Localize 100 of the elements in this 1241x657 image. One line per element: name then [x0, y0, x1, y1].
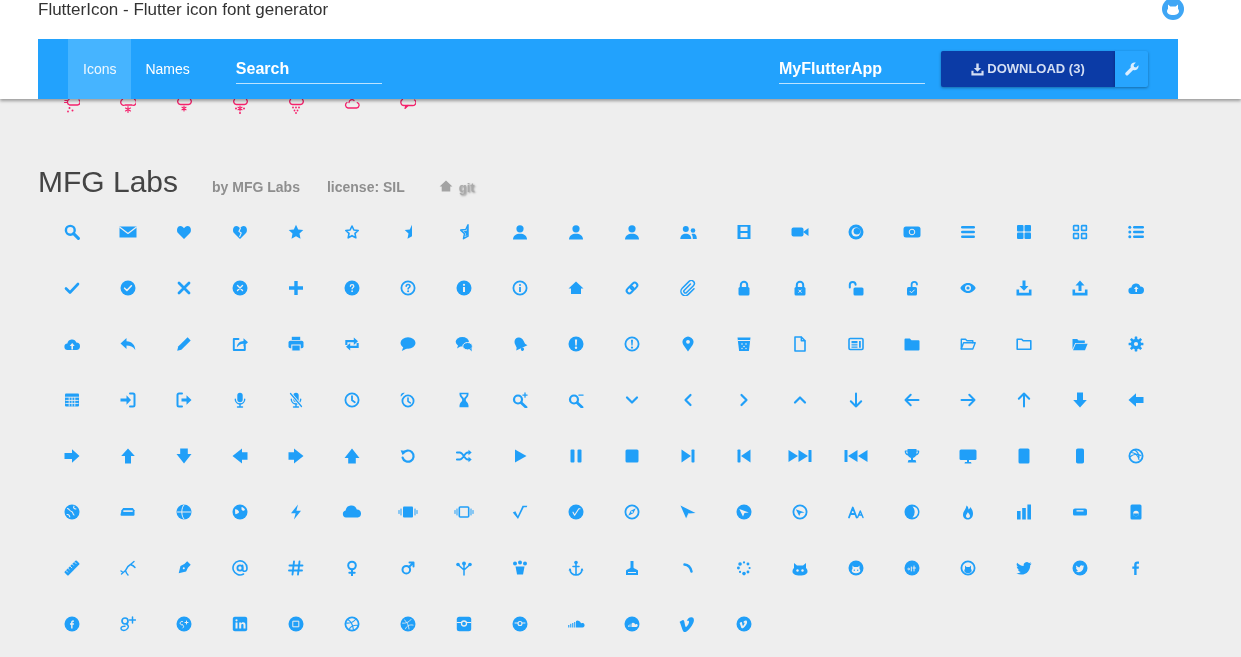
cat-face-icon[interactable] [792, 560, 808, 576]
grid-outline-icon[interactable] [1072, 224, 1088, 240]
unlocked-padlock-icon[interactable] [904, 280, 920, 296]
in-square-icon[interactable] [232, 616, 248, 632]
arrow-up-icon[interactable] [1016, 392, 1032, 408]
spinner-icon[interactable] [736, 560, 752, 576]
padlock-icon[interactable] [736, 280, 752, 296]
search-field[interactable]: Search [235, 54, 382, 84]
thick-arrow-down-icon[interactable] [1072, 392, 1088, 408]
block-arrow-right-icon[interactable] [288, 448, 304, 464]
open-folder-outline-icon[interactable] [960, 336, 976, 352]
git-circle-icon[interactable] [904, 560, 920, 576]
globe-icon[interactable] [232, 504, 248, 520]
plus-icon[interactable] [288, 280, 304, 296]
x-mark-icon[interactable] [176, 280, 192, 296]
v-mark-circle-icon[interactable] [736, 616, 752, 632]
muted-microphone-icon[interactable] [288, 392, 304, 408]
question-circle-outline-icon[interactable] [400, 280, 416, 296]
fast-forward-icon[interactable] [788, 448, 812, 464]
stop-icon[interactable] [624, 448, 640, 464]
star-outline-icon[interactable] [344, 224, 360, 240]
g-plus-icon[interactable] [120, 616, 136, 632]
bell-icon[interactable] [512, 336, 528, 352]
skip-forward-icon[interactable] [680, 448, 696, 464]
hash-icon[interactable] [288, 560, 304, 576]
download-button[interactable]: DOWNLOAD (3) [941, 51, 1115, 87]
grid-icon[interactable] [1016, 224, 1032, 240]
play-icon[interactable] [512, 448, 528, 464]
flame-icon[interactable] [960, 504, 976, 520]
folder-icon[interactable] [904, 336, 920, 352]
newspaper-icon[interactable] [848, 336, 864, 352]
check-icon[interactable] [64, 280, 80, 296]
square-circle-icon[interactable] [288, 616, 304, 632]
arrow-right-icon[interactable] [960, 392, 976, 408]
open-folder-icon[interactable] [1072, 336, 1088, 352]
bird-circle-icon[interactable] [1072, 560, 1088, 576]
thick-arrow-right-icon[interactable] [64, 448, 80, 464]
tablet-icon[interactable] [1016, 448, 1032, 464]
speech-bubbles-icon[interactable] [455, 336, 473, 352]
crown-icon[interactable] [512, 560, 528, 576]
menu-icon[interactable] [960, 224, 976, 240]
exclamation-circle-outline-icon[interactable] [624, 336, 640, 352]
unlocked-padlock-icon[interactable] [848, 280, 864, 296]
printer-icon[interactable] [288, 336, 304, 352]
cloud-snow-icon[interactable] [64, 99, 80, 115]
basketball-circle-icon[interactable] [400, 616, 416, 632]
bird-icon[interactable] [1016, 560, 1032, 576]
globe-icon[interactable] [64, 504, 80, 520]
camera-square-icon[interactable] [456, 616, 472, 632]
thick-arrow-up-icon[interactable] [120, 448, 136, 464]
user-icon[interactable] [512, 224, 528, 240]
block-arrow-left-icon[interactable] [232, 448, 248, 464]
zoom-in-icon[interactable] [512, 392, 528, 408]
disc-icon[interactable] [848, 224, 864, 240]
thick-arrow-left-icon[interactable] [1128, 392, 1144, 408]
question-circle-icon[interactable] [344, 280, 360, 296]
info-circle-icon[interactable] [456, 280, 472, 296]
rewind-icon[interactable] [844, 448, 868, 464]
v-mark-icon[interactable] [679, 616, 697, 632]
globe-icon[interactable] [176, 504, 192, 520]
users-icon[interactable] [678, 224, 698, 240]
info-circle-outline-icon[interactable] [512, 280, 528, 296]
arrow-left-icon[interactable] [904, 392, 920, 408]
basketball-icon[interactable] [344, 616, 360, 632]
check-circle-icon[interactable] [568, 504, 584, 520]
pencil-icon[interactable] [176, 336, 192, 352]
zoom-out-icon[interactable] [568, 392, 584, 408]
cloud-icon[interactable] [341, 504, 363, 520]
reply-icon[interactable] [120, 336, 136, 352]
vibrating-phone-outline-icon[interactable] [454, 504, 474, 520]
settings-icon[interactable] [1128, 336, 1144, 352]
sign-out-icon[interactable] [176, 392, 192, 408]
paper-plane-circle-outline-icon[interactable] [792, 504, 808, 520]
trash-can-icon[interactable] [736, 336, 752, 352]
padlock-icon[interactable] [792, 280, 808, 296]
speech-bubble-icon[interactable] [400, 336, 416, 352]
female-symbol-icon[interactable] [344, 560, 360, 576]
search-icon[interactable] [64, 224, 80, 240]
exclamation-circle-icon[interactable] [568, 336, 584, 352]
cloud-bars-circle-icon[interactable] [624, 616, 640, 632]
microphone-icon[interactable] [232, 392, 248, 408]
check-circle-icon[interactable] [120, 280, 136, 296]
download-icon[interactable] [1016, 280, 1032, 296]
sign-in-icon[interactable] [120, 392, 136, 408]
spinner-arc-icon[interactable] [683, 563, 693, 573]
refresh-icon[interactable] [400, 448, 416, 464]
folder-outline-icon[interactable] [1016, 336, 1032, 352]
font-size-icon[interactable] [848, 504, 864, 520]
cloud-snowflake-icon[interactable] [120, 99, 136, 115]
monitor-icon[interactable] [959, 448, 977, 464]
share-icon[interactable] [232, 336, 248, 352]
alarm-clock-icon[interactable] [400, 392, 416, 408]
shuffle-icon[interactable] [456, 448, 472, 464]
skip-back-icon[interactable] [736, 448, 752, 464]
camera-circle-icon[interactable] [512, 616, 528, 632]
f-logo-icon[interactable] [1131, 560, 1141, 576]
list-icon[interactable] [1128, 224, 1144, 240]
vibrating-phone-icon[interactable] [398, 504, 418, 520]
checkmark-icon[interactable] [512, 504, 528, 520]
repeat-icon[interactable] [344, 336, 360, 352]
